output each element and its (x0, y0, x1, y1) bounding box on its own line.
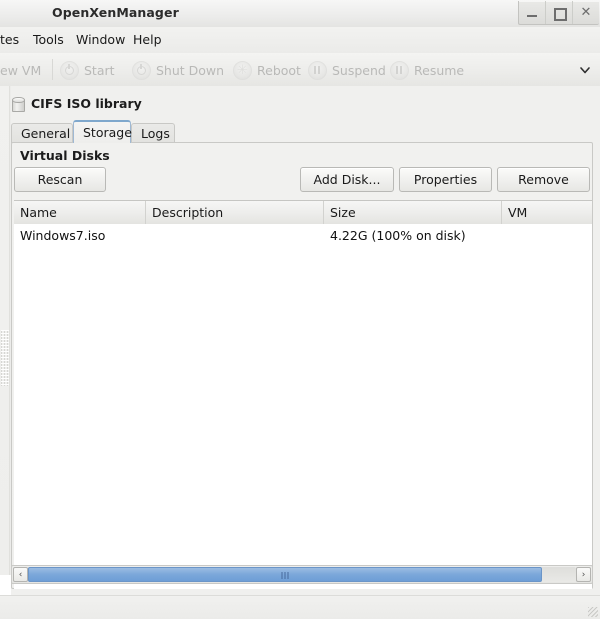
scrollbar-track[interactable] (28, 567, 576, 582)
add-disk-button[interactable]: Add Disk... (300, 167, 394, 192)
window-titlebar[interactable]: OpenXenManager ✕ (0, 0, 600, 28)
toolbar-start-button[interactable]: Start (60, 60, 115, 80)
rescan-button[interactable]: Rescan (14, 167, 106, 192)
toolbar-resume-label: Resume (414, 63, 464, 78)
window-resize-grip[interactable] (588, 607, 598, 617)
horizontal-scrollbar[interactable]: ‹ › (11, 565, 593, 584)
page-header: CIFS ISO library (11, 92, 142, 114)
maximize-button[interactable] (546, 1, 573, 24)
content-area: CIFS ISO library General Storage Logs Vi… (11, 86, 600, 595)
toolbar-start-label: Start (84, 63, 115, 78)
toolbar-suspend-button[interactable]: Suspend (308, 60, 386, 80)
menu-item-templates[interactable]: tes (0, 32, 19, 47)
column-header-size[interactable]: Size (324, 201, 502, 224)
pause-icon (390, 61, 409, 80)
column-header-name[interactable]: Name (14, 201, 146, 224)
minimize-button[interactable] (519, 1, 546, 24)
close-button[interactable]: ✕ (573, 1, 599, 24)
page-title: CIFS ISO library (31, 96, 142, 111)
tabstrip: General Storage Logs (11, 120, 593, 143)
toolbar-new-vm-label: ew VM (0, 63, 41, 78)
toolbar-reboot-label: Reboot (257, 63, 301, 78)
tab-logs[interactable]: Logs (131, 123, 175, 143)
scroll-right-arrow-icon[interactable]: › (576, 567, 591, 582)
window-controls: ✕ (518, 1, 599, 25)
toolbar-resume-button[interactable]: Resume (390, 60, 464, 80)
cell-description (146, 224, 324, 246)
scrollbar-grip-icon (282, 572, 289, 579)
window-title: OpenXenManager (52, 5, 179, 20)
tab-general[interactable]: General (11, 123, 73, 143)
toolbar-suspend-label: Suspend (332, 63, 386, 78)
toolbar-shut-down-label: Shut Down (156, 63, 224, 78)
properties-button[interactable]: Properties (399, 167, 492, 192)
power-icon (60, 61, 79, 80)
cell-size: 4.22G (100% on disk) (324, 224, 502, 246)
menubar: tes Tools Window Help (0, 27, 600, 54)
panel-title: Virtual Disks (20, 148, 110, 163)
power-icon (132, 61, 151, 80)
scrollbar-thumb[interactable] (28, 567, 542, 582)
status-bar (0, 595, 600, 619)
toolbar-shut-down-button[interactable]: Shut Down (132, 60, 224, 80)
virtual-disks-table: Name Description Size VM Windows7.iso 4.… (14, 200, 592, 589)
toolbar: ew VM Start Shut Down Reboot Suspend Res… (0, 53, 600, 87)
maximize-icon (554, 8, 567, 21)
toolbar-new-vm-button[interactable]: ew VM (0, 60, 41, 80)
tab-storage[interactable]: Storage (73, 120, 131, 143)
table-header-row: Name Description Size VM (14, 201, 592, 225)
remove-button[interactable]: Remove (497, 167, 590, 192)
menu-item-tools[interactable]: Tools (33, 32, 64, 47)
storage-repository-icon (11, 96, 24, 111)
cell-vm (502, 224, 592, 246)
toolbar-reboot-button[interactable]: Reboot (233, 60, 301, 80)
pause-icon (308, 61, 327, 80)
close-icon: ✕ (573, 1, 599, 24)
menu-item-window[interactable]: Window (76, 32, 125, 47)
menu-item-help[interactable]: Help (133, 32, 162, 47)
cell-name: Windows7.iso (14, 224, 146, 246)
minimize-icon (527, 15, 537, 17)
chevron-down-icon[interactable] (579, 64, 591, 76)
reboot-icon (233, 61, 252, 80)
column-header-description[interactable]: Description (146, 201, 324, 224)
scroll-left-arrow-icon[interactable]: ‹ (13, 567, 28, 582)
virtual-disks-panel: Virtual Disks Rescan Add Disk... Propert… (11, 142, 593, 589)
column-header-vm[interactable]: VM (502, 201, 592, 224)
toolbar-separator (52, 59, 53, 80)
table-row[interactable]: Windows7.iso 4.22G (100% on disk) (14, 224, 592, 246)
